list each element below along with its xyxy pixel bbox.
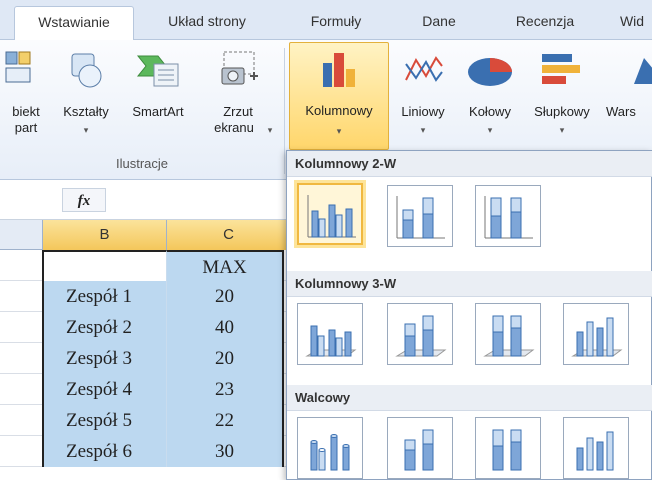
column-dropdown-icon: ▾ xyxy=(336,126,342,136)
table-row: Zespół 5 22 xyxy=(0,405,290,436)
chart-style-clustered-column-3d[interactable] xyxy=(297,303,363,365)
bar-chart-label: Słupkowy xyxy=(534,104,590,119)
pie-chart-label: Kołowy xyxy=(469,104,511,119)
column-chart-dropdown: Kolumnowy 2-W Kolumnowy 3-W Walcowy xyxy=(286,150,652,480)
cylinder-3d-icon xyxy=(576,431,614,471)
chart-style-cylinder-3d[interactable] xyxy=(563,417,629,479)
table-row: Zespół 2 40 xyxy=(0,312,290,343)
formula-bar: fx xyxy=(0,180,290,220)
stacked100-column-2d-icon xyxy=(484,196,533,239)
group-label-illustrations: Ilustracje xyxy=(115,156,169,171)
smartart-icon xyxy=(136,55,179,87)
stacked-column-3d-icon xyxy=(395,315,447,357)
area-chart-button[interactable]: Wars xyxy=(606,44,652,154)
chart-style-stacked-column-2d[interactable] xyxy=(387,185,453,247)
sheet-grid: MAX Zespół 1 20 Zespół 2 40 Zespół 3 20 … xyxy=(0,250,290,480)
cell-team-name[interactable]: Zespół 4 xyxy=(42,374,166,405)
shapes-icon xyxy=(71,53,102,88)
chart-style-clustered-cylinder[interactable] xyxy=(297,417,363,479)
cell-b1[interactable] xyxy=(42,250,166,281)
shapes-label: Kształty xyxy=(63,104,109,119)
column-chart-icon xyxy=(323,53,355,87)
cell-max-value[interactable]: 22 xyxy=(166,405,284,436)
object-label: biekt xyxy=(12,104,40,119)
screenshot-label: Zrzut xyxy=(223,104,253,119)
pie-chart-icon xyxy=(468,58,512,86)
tab-view[interactable]: Wid xyxy=(612,6,652,40)
screenshot-button[interactable]: Zrzut ekranu ▾ xyxy=(200,44,276,154)
cell-max-value[interactable]: 23 xyxy=(166,374,284,405)
line-chart-label: Liniowy xyxy=(401,104,445,119)
ribbon-tab-bar: Wstawianie Układ strony Formuły Dane Rec… xyxy=(0,0,652,41)
cell-max-value[interactable]: 40 xyxy=(166,312,284,343)
tab-page-layout[interactable]: Układ strony xyxy=(148,6,266,40)
insert-function-button[interactable]: fx xyxy=(62,188,106,212)
chart-style-100-stacked-column-2d[interactable] xyxy=(475,185,541,247)
chart-style-clustered-column-2d[interactable] xyxy=(297,183,363,245)
bar-chart-button[interactable]: Słupkowy ▾ xyxy=(524,44,600,154)
column-3d-icon xyxy=(571,317,623,357)
cell-max-value[interactable]: 20 xyxy=(166,281,284,312)
pie-chart-button[interactable]: Kołowy ▾ xyxy=(460,44,520,154)
shapes-button[interactable]: Kształty ▾ xyxy=(54,44,118,154)
column-chart-label: Kolumnowy xyxy=(305,103,373,118)
stacked-column-2d-icon xyxy=(396,196,445,239)
section-title-column-2d: Kolumnowy 2-W xyxy=(287,151,652,177)
area-chart-label: Wars xyxy=(606,104,636,119)
column-header-b[interactable]: B xyxy=(42,220,166,250)
line-chart-icon xyxy=(405,56,443,82)
area-chart-icon xyxy=(634,58,652,84)
bar-chart-icon xyxy=(542,54,580,84)
line-dropdown-icon: ▾ xyxy=(420,125,426,135)
cell-team-name[interactable]: Zespół 6 xyxy=(42,436,166,467)
stacked-cylinder-icon xyxy=(404,429,434,471)
line-chart-button[interactable]: Liniowy ▾ xyxy=(392,44,454,154)
smartart-button[interactable]: SmartArt xyxy=(120,44,196,154)
table-row: MAX xyxy=(0,250,290,281)
smartart-label: SmartArt xyxy=(132,104,184,119)
table-row: Zespół 4 23 xyxy=(0,374,290,405)
cell-team-name[interactable]: Zespół 5 xyxy=(42,405,166,436)
chart-style-100-stacked-cylinder[interactable] xyxy=(475,417,541,479)
table-row: Zespół 6 30 xyxy=(0,436,290,467)
column-chart-button[interactable]: Kolumnowy ▾ xyxy=(289,42,389,150)
object-label-2: part xyxy=(14,120,38,135)
cell-team-name[interactable]: Zespół 2 xyxy=(42,312,166,343)
chart-style-stacked-column-3d[interactable] xyxy=(387,303,453,365)
object-button[interactable]: biekt part xyxy=(0,44,52,154)
stacked100-column-3d-icon xyxy=(483,315,535,357)
column-header-c[interactable]: C xyxy=(166,220,290,250)
table-row: Zespół 3 20 xyxy=(0,343,290,374)
section-title-column-3d: Kolumnowy 3-W xyxy=(287,271,652,297)
clustered-column-2d-icon xyxy=(307,195,356,238)
cell-team-name[interactable]: Zespół 1 xyxy=(42,281,166,312)
column-headers: B C xyxy=(0,220,290,250)
tab-formulas[interactable]: Formuły xyxy=(286,6,386,40)
cell-max-value[interactable]: 20 xyxy=(166,343,284,374)
tab-data[interactable]: Dane xyxy=(404,6,474,40)
chart-style-column-3d[interactable] xyxy=(563,303,629,365)
bar-dropdown-icon: ▾ xyxy=(559,125,565,135)
chart-style-stacked-cylinder[interactable] xyxy=(387,417,453,479)
section-title-cylinder: Walcowy xyxy=(287,385,652,411)
group-separator xyxy=(284,48,285,174)
tab-insert[interactable]: Wstawianie xyxy=(14,6,134,41)
object-icon xyxy=(5,51,31,83)
shapes-dropdown-icon: ▾ xyxy=(83,125,89,135)
tab-review[interactable]: Recenzja xyxy=(490,6,600,40)
clustered-cylinder-icon xyxy=(310,434,350,471)
screenshot-icon xyxy=(221,51,258,85)
stacked100-cylinder-icon xyxy=(492,429,522,471)
clustered-column-3d-icon xyxy=(305,325,357,357)
table-row: Zespół 1 20 xyxy=(0,281,290,312)
cell-max-value[interactable]: 30 xyxy=(166,436,284,467)
cell-c1[interactable]: MAX xyxy=(166,250,284,281)
chart-style-100-stacked-column-3d[interactable] xyxy=(475,303,541,365)
pie-dropdown-icon: ▾ xyxy=(487,125,493,135)
cell-team-name[interactable]: Zespół 3 xyxy=(42,343,166,374)
